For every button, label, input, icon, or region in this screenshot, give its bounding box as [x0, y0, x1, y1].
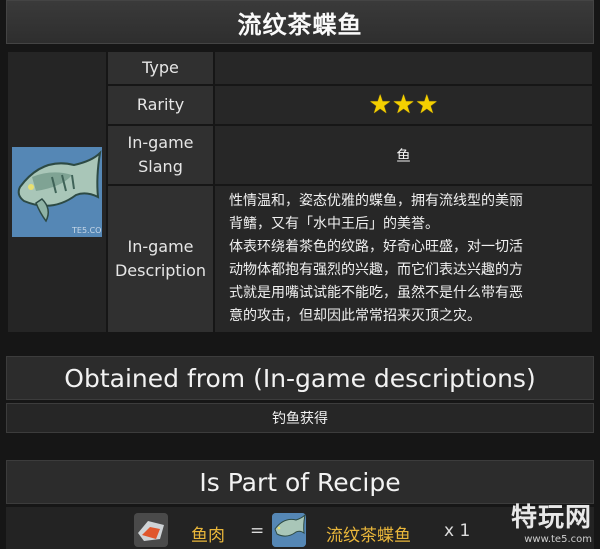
- description-line: 性情温和，姿态优雅的蝶鱼，拥有流线型的美丽: [229, 193, 523, 209]
- watermark-logo: 特玩网: [510, 503, 592, 533]
- description-line: 动物体都抱有强烈的兴趣，而它们表达兴趣的方: [229, 262, 523, 278]
- item-info-table: TE5.COM Type Rarity ★★★ In-game Slang 鱼 …: [6, 50, 594, 334]
- description-label: In-game Description: [106, 184, 215, 334]
- recipe-quantity: x 1: [444, 521, 471, 541]
- obtained-value: 钓鱼获得: [6, 403, 594, 433]
- recipe-section-title: Is Part of Recipe: [6, 460, 594, 504]
- rarity-label: Rarity: [106, 84, 215, 126]
- description-line: 体表环绕着茶色的纹路，好奇心旺盛，对一切活: [229, 239, 523, 255]
- star-icon: ★: [391, 90, 416, 120]
- recipe-equals: =: [250, 521, 265, 541]
- page-title: 流纹茶蝶鱼: [6, 0, 594, 44]
- slang-label: In-game Slang: [106, 124, 215, 186]
- recipe-row: 鱼肉 = 流纹茶蝶鱼 x 1: [6, 507, 594, 549]
- description-line: 意的攻击，但却因此常常招来灭顶之灾。: [229, 308, 481, 324]
- description-value: 性情温和，姿态优雅的蝶鱼，拥有流线型的美丽 背鳍，又有「水中王后」的美誉。 体表…: [213, 184, 594, 334]
- star-icon: ★: [415, 90, 439, 120]
- slang-label-text: In-game Slang: [127, 133, 194, 176]
- svg-text:TE5.COM: TE5.COM: [71, 226, 102, 235]
- recipe-result-name[interactable]: 鱼肉: [191, 521, 225, 546]
- description-line: 式就是用嘴试试能不能吃，虽然不是什么带有恶: [229, 285, 523, 301]
- type-label: Type: [106, 50, 215, 86]
- recipe-ingredient-name[interactable]: 流纹茶蝶鱼: [326, 521, 411, 546]
- description-label-text: In-game Description: [114, 237, 207, 280]
- fish-meat-icon[interactable]: [134, 513, 168, 547]
- fish-icon[interactable]: [272, 513, 306, 547]
- type-value: [213, 50, 594, 86]
- site-watermark: 特玩网 www.te5.com: [511, 497, 592, 545]
- description-line: 背鳍，又有「水中王后」的美誉。: [229, 216, 439, 232]
- obtained-section-title: Obtained from (In-game descriptions): [6, 356, 594, 400]
- fish-icon: TE5.COM: [12, 147, 102, 237]
- item-image-cell: TE5.COM: [6, 50, 108, 334]
- rarity-stars: ★★★: [213, 84, 594, 126]
- slang-value: 鱼: [213, 124, 594, 186]
- star-icon: ★: [368, 90, 392, 120]
- watermark-url: www.te5.com: [524, 534, 592, 545]
- table-row-type: TE5.COM Type: [6, 50, 594, 334]
